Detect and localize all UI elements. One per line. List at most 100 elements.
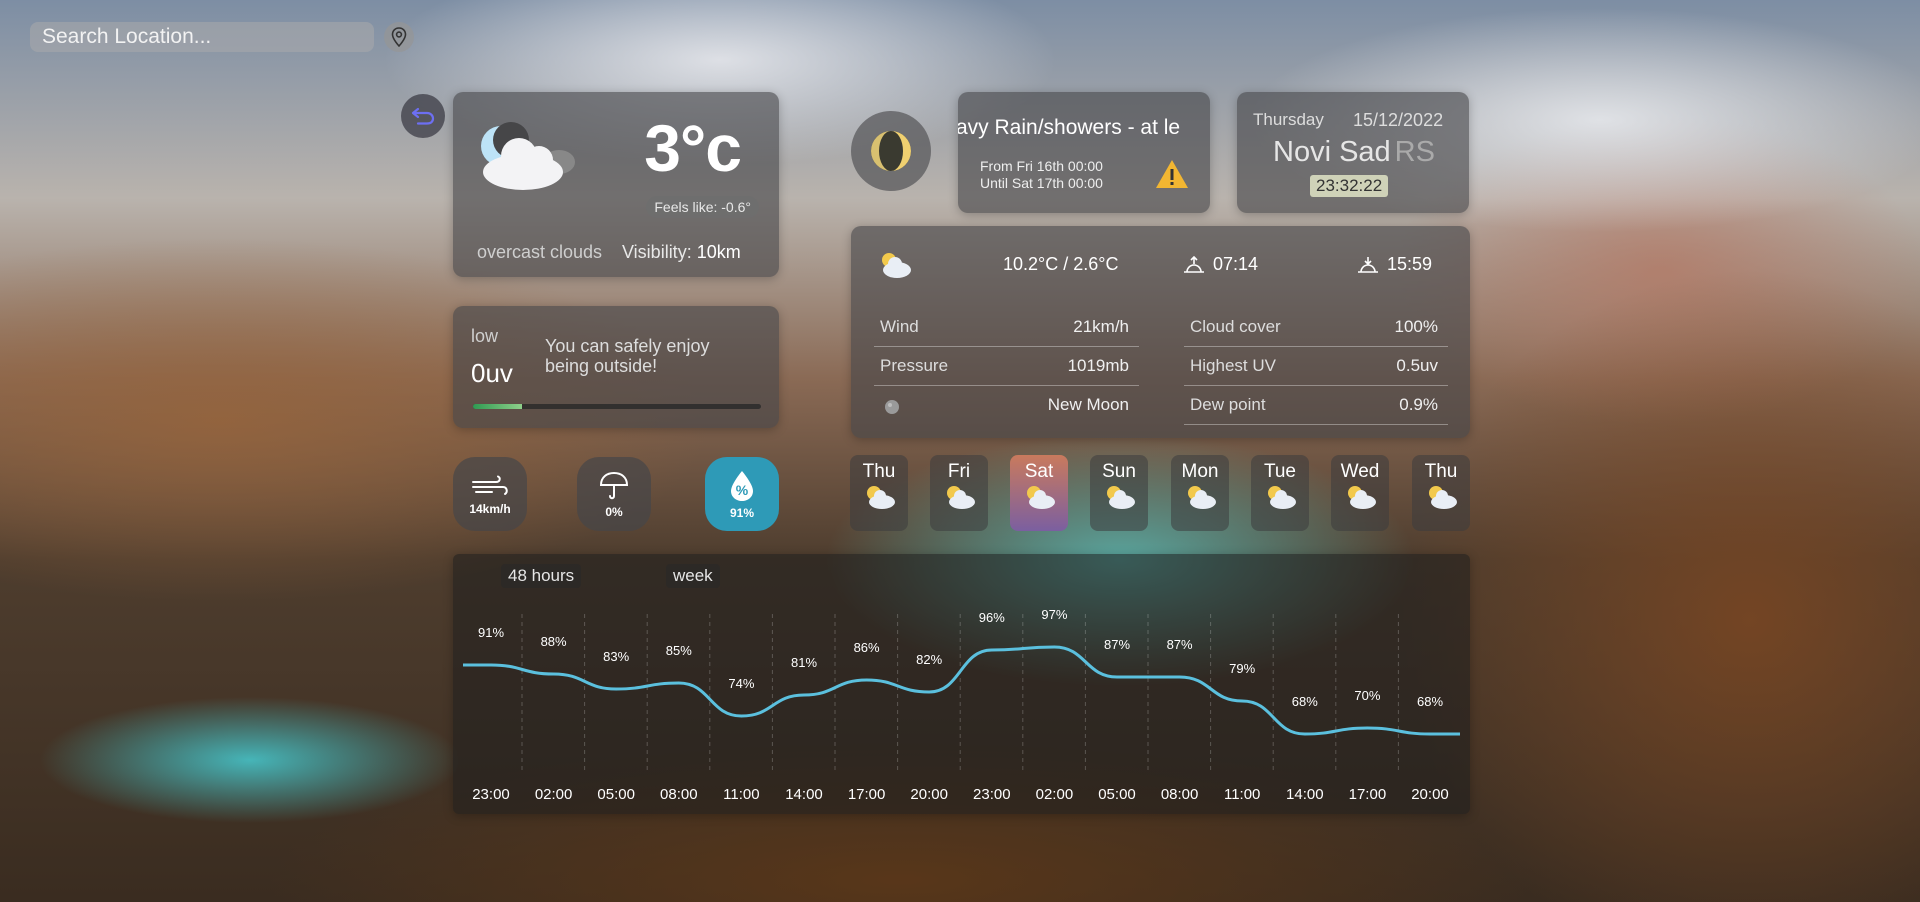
data-label: 87%: [1104, 637, 1130, 652]
detail-row-highest-uv: Highest UV 0.5uv: [1184, 347, 1448, 386]
data-label: 74%: [728, 676, 754, 691]
x-tick-label: 23:00: [973, 786, 1011, 803]
x-tick-label: 05:00: [597, 786, 635, 803]
humidity-value: 91%: [729, 505, 755, 520]
current-weather-card: 3°c Feels like: -0.6° overcast clouds Vi…: [453, 92, 779, 277]
sunrise-time: 07:14: [1213, 254, 1259, 274]
detail-value: 21km/h: [1073, 317, 1129, 336]
temperature-range: 10.2°C / 2.6°C: [1003, 254, 1119, 274]
detail-row-pressure: Pressure 1019mb: [874, 347, 1139, 386]
search-bar: [30, 22, 414, 52]
data-label: 85%: [666, 643, 692, 658]
x-tick-label: 14:00: [785, 786, 823, 803]
precipitation-value: 0%: [605, 504, 623, 519]
return-arrow-icon: [411, 107, 435, 125]
detail-label: Pressure: [880, 356, 949, 375]
location-datetime-card: Thursday 15/12/2022 Novi Sad RS 23:32:22: [1237, 92, 1469, 213]
detail-row-wind: Wind 21km/h: [874, 308, 1139, 347]
week-day-label: Tue: [1263, 461, 1297, 482]
date: 15/12/2022: [1353, 110, 1444, 130]
weather-alert-card[interactable]: avy Rain/showers - at le From Fri 16th 0…: [958, 92, 1210, 213]
week-day-label: Sun: [1102, 461, 1136, 482]
detail-label: Cloud cover: [1190, 317, 1281, 336]
x-tick-label: 08:00: [660, 786, 698, 803]
wind-stat[interactable]: 14km/h: [453, 457, 527, 531]
partly-cloudy-icon: [1429, 486, 1457, 509]
humidity-stat[interactable]: % 91%: [705, 457, 779, 531]
alert-title: avy Rain/showers - at le: [958, 116, 1181, 139]
detail-value: New Moon: [1047, 395, 1129, 414]
weather-app: { "search": { "placeholder": "Search Loc…: [0, 0, 1920, 902]
city-label: Novi Sad: [1273, 136, 1391, 168]
week-day[interactable]: Mon: [1171, 455, 1229, 531]
current-temperature: 3°c: [644, 111, 742, 185]
visibility-value: 10km: [696, 242, 741, 262]
sunset-icon: [1358, 256, 1378, 273]
partly-cloudy-icon: [882, 253, 911, 278]
new-moon-icon: [885, 400, 899, 414]
uv-progress-fill: [473, 404, 522, 409]
detail-value: 0.5uv: [1396, 356, 1438, 375]
search-input[interactable]: [30, 22, 374, 52]
precipitation-stat[interactable]: 0%: [577, 457, 651, 531]
week-day-label: Wed: [1340, 461, 1380, 482]
x-tick-label: 23:00: [472, 786, 510, 803]
week-day[interactable]: Fri: [930, 455, 988, 531]
x-tick-label: 02:00: [535, 786, 573, 803]
umbrella-icon: [599, 471, 629, 499]
humidity-chart-panel: 48 hours week 91% 23:00 88% 02:00 83% 05:00 85…: [453, 554, 1470, 814]
data-label: 96%: [979, 610, 1005, 625]
location-pin-button[interactable]: [384, 22, 414, 52]
detail-value: 100%: [1394, 317, 1438, 336]
partly-cloudy-icon: [1268, 486, 1296, 509]
country-code: RS: [1394, 136, 1435, 168]
x-tick-label: 05:00: [1098, 786, 1136, 803]
partly-cloudy-icon: [1348, 486, 1376, 509]
wind-value: 14km/h: [469, 501, 511, 516]
today-details-card: 10.2°C / 2.6°C 07:14 15:59 Wind 21km/h P…: [851, 226, 1470, 438]
detail-label: Dew point: [1190, 395, 1266, 414]
x-tick-label: 17:00: [1349, 786, 1387, 803]
weekday: Thursday: [1253, 110, 1324, 129]
uv-value: 0uv: [471, 358, 513, 388]
data-label: 81%: [791, 655, 817, 670]
data-label: 87%: [1167, 637, 1193, 652]
humidity-drop-icon: %: [731, 470, 753, 501]
week-day[interactable]: Wed: [1331, 455, 1389, 531]
week-day-selected[interactable]: Sat: [1010, 455, 1068, 531]
uv-progress-bar: [473, 404, 761, 409]
data-label: 88%: [541, 634, 567, 649]
week-day-label: Thu: [862, 461, 896, 482]
location-pin-icon: [391, 27, 407, 47]
data-label: 91%: [478, 625, 504, 640]
today-summary: 10.2°C / 2.6°C 07:14 15:59: [875, 250, 1446, 280]
data-label: 68%: [1417, 694, 1443, 709]
back-button[interactable]: [401, 94, 445, 138]
week-day[interactable]: Thu: [1412, 455, 1470, 531]
detail-row-dew-point: Dew point 0.9%: [1184, 386, 1448, 425]
week-day[interactable]: Sun: [1090, 455, 1148, 531]
week-day-label: Mon: [1181, 461, 1219, 482]
data-label: 70%: [1354, 688, 1380, 703]
detail-label: Wind: [880, 317, 919, 336]
visibility: Visibility: 10km: [622, 242, 741, 263]
partly-cloudy-icon: [867, 486, 895, 509]
alert-until: Until Sat 17th 00:00: [980, 175, 1103, 191]
feels-like-badge: Feels like: -0.6°: [646, 196, 759, 218]
week-day-label: Sat: [1024, 461, 1054, 482]
visibility-label: Visibility:: [622, 242, 692, 262]
alert-from: From Fri 16th 00:00: [980, 158, 1103, 174]
partly-cloudy-icon: [947, 486, 975, 509]
x-tick-label: 11:00: [1224, 786, 1260, 803]
partly-cloudy-icon: [1027, 486, 1055, 509]
humidity-line-chart: 91% 23:00 88% 02:00 83% 05:00 85% 08:00 74% 11:00…: [463, 607, 1460, 803]
week-day[interactable]: Tue: [1251, 455, 1309, 531]
detail-row-cloud-cover: Cloud cover 100%: [1184, 308, 1448, 347]
x-tick-label: 11:00: [723, 786, 759, 803]
week-day[interactable]: Thu: [850, 455, 908, 531]
sunrise: 07:14: [1183, 254, 1258, 275]
data-label: 86%: [854, 640, 880, 655]
weather-description: overcast clouds: [477, 242, 603, 262]
x-tick-label: 20:00: [910, 786, 948, 803]
uv-message: You can safely enjoy being outside!: [545, 336, 710, 376]
